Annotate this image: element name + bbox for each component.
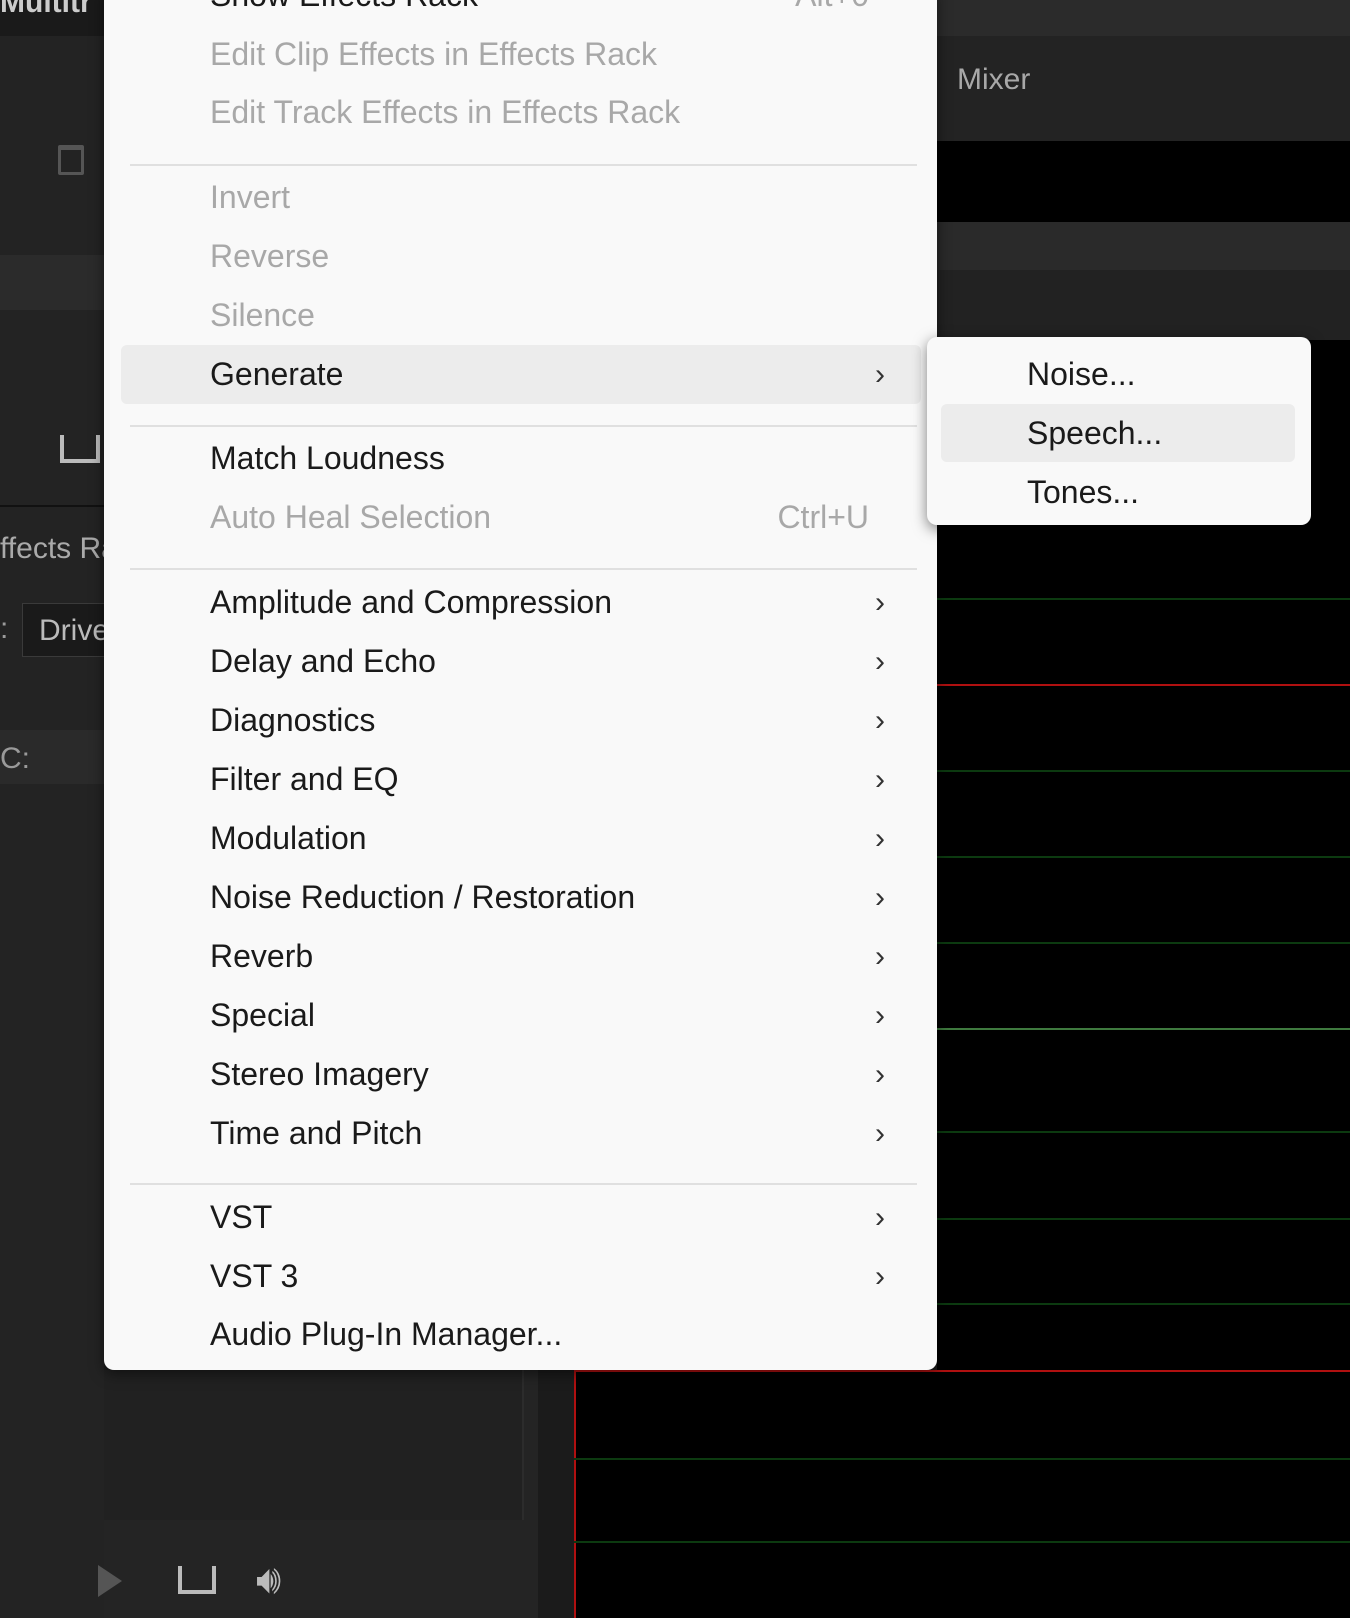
menu-item-match-loudness[interactable]: Match Loudness — [121, 429, 921, 488]
chevron-right-icon: › — [875, 762, 885, 796]
menu-item-stereo-imagery[interactable]: Stereo Imagery › — [121, 1045, 921, 1104]
effects-menu: Show Effects Rack Alt+0 Edit Clip Effects … — [104, 0, 937, 1370]
menu-item-diagnostics[interactable]: Diagnostics › — [121, 691, 921, 750]
generate-submenu: Noise... Speech... Tones... — [927, 337, 1311, 525]
menu-item-generate[interactable]: Generate › — [121, 344, 921, 404]
menu-item-time-and-pitch[interactable]: Time and Pitch › — [121, 1104, 921, 1163]
menu-item-vst[interactable]: VST › — [121, 1188, 921, 1247]
chevron-right-icon: › — [875, 1200, 885, 1234]
menu-item-modulation[interactable]: Modulation › — [121, 809, 921, 868]
menu-item-label: Stereo Imagery — [210, 1055, 429, 1092]
chevron-right-icon: › — [875, 1116, 885, 1150]
menu-separator — [130, 1183, 917, 1185]
shortcut-label: Alt+0 — [795, 0, 869, 25]
chevron-right-icon: › — [875, 703, 885, 737]
chevron-right-icon: › — [875, 1259, 885, 1293]
mixer-tab[interactable]: Mixer — [957, 63, 1030, 97]
menu-item-auto-heal-selection[interactable]: Auto Heal Selection Ctrl+U — [121, 488, 921, 547]
chevron-right-icon: › — [875, 357, 885, 391]
speaker-icon[interactable]: 🔊︎ — [256, 1560, 281, 1600]
menu-item-label: Show Effects Rack — [210, 0, 478, 25]
menu-item-label: VST 3 — [210, 1257, 299, 1294]
menu-item-filter-and-eq[interactable]: Filter and EQ › — [121, 750, 921, 809]
menu-item-label: VST — [210, 1198, 273, 1235]
menu-item-label: Auto Heal Selection — [210, 498, 492, 535]
chevron-right-icon: › — [875, 1057, 885, 1091]
submenu-item-label: Noise... — [1027, 356, 1136, 392]
rack-empty-area — [104, 1370, 524, 1520]
submenu-item-speech[interactable]: Speech... — [941, 404, 1295, 462]
menu-item-label: Silence — [210, 296, 315, 333]
menu-item-label: Filter and EQ — [210, 760, 399, 797]
submenu-item-label: Speech... — [1027, 415, 1163, 451]
menu-item-delay-and-echo[interactable]: Delay and Echo › — [121, 632, 921, 691]
menu-item-label: Modulation — [210, 819, 367, 856]
submenu-item-noise[interactable]: Noise... — [941, 345, 1295, 403]
menu-item-edit-track-effects-in-effects-rack[interactable]: Edit Track Effects in Effects Rack — [121, 83, 921, 142]
menu-item-label: Reverse — [210, 237, 330, 274]
chevron-right-icon: › — [875, 644, 885, 678]
preset-value: Drive — [39, 614, 110, 647]
play-icon[interactable] — [98, 1565, 122, 1597]
shortcut-label: Ctrl+U — [777, 498, 869, 535]
menu-item-label: Generate — [210, 355, 344, 392]
preset-label: : — [0, 612, 9, 645]
chevron-right-icon: › — [875, 998, 885, 1032]
chevron-right-icon: › — [875, 585, 885, 619]
menu-separator — [130, 425, 917, 427]
menu-item-label: Audio Plug-In Manager... — [210, 1315, 563, 1352]
menu-item-label: Special — [210, 996, 315, 1033]
effects-rack-title: ffects Ra — [0, 532, 118, 565]
chevron-right-icon: › — [875, 821, 885, 855]
menu-item-amplitude-and-compression[interactable]: Amplitude and Compression › — [121, 573, 921, 632]
menu-item-reverse[interactable]: Reverse — [121, 227, 921, 286]
menu-item-label: Noise Reduction / Restoration — [210, 878, 636, 915]
field-label: C: — [0, 742, 30, 775]
menu-item-silence[interactable]: Silence — [121, 286, 921, 345]
menu-item-audio-plug-in-manager[interactable]: Audio Plug-In Manager... — [121, 1305, 921, 1364]
menu-item-label: Edit Track Effects in Effects Rack — [210, 93, 681, 130]
menu-item-label: Match Loudness — [210, 439, 445, 476]
menu-item-edit-clip-effects-in-effects-rack[interactable]: Edit Clip Effects in Effects Rack — [121, 25, 921, 84]
menu-item-label: Amplitude and Compression — [210, 583, 612, 620]
menu-item-reverb[interactable]: Reverb › — [121, 927, 921, 986]
export-icon[interactable] — [60, 435, 100, 463]
chevron-right-icon: › — [875, 880, 885, 914]
preset-dropdown[interactable]: Drive — [22, 603, 112, 657]
menu-item-special[interactable]: Special › — [121, 986, 921, 1045]
menu-separator — [130, 568, 917, 570]
left-panel: Multitr ffects Ra : Drive C: — [0, 0, 118, 1618]
menu-item-label: Time and Pitch — [210, 1114, 423, 1151]
menu-item-invert[interactable]: Invert — [121, 168, 921, 227]
playhead-line — [937, 684, 1350, 686]
chevron-right-icon: › — [875, 939, 885, 973]
waveform-area-lower[interactable] — [574, 1370, 937, 1618]
menu-item-label: Reverb — [210, 937, 314, 974]
menu-item-label: Edit Clip Effects in Effects Rack — [210, 35, 657, 72]
panel-tab-title[interactable]: Multitr — [0, 0, 92, 20]
menu-item-noise-reduction-restoration[interactable]: Noise Reduction / Restoration › — [121, 868, 921, 927]
export-icon-bottom[interactable] — [178, 1566, 216, 1594]
menu-item-label: Invert — [210, 178, 291, 215]
menu-separator — [130, 164, 917, 166]
menu-item-label: Delay and Echo — [210, 642, 436, 679]
submenu-item-label: Tones... — [1027, 474, 1140, 510]
menu-item-label: Diagnostics — [210, 701, 376, 738]
menu-item-vst-3[interactable]: VST 3 › — [121, 1247, 921, 1306]
trash-icon[interactable] — [58, 145, 84, 175]
menu-item-show-effects-rack[interactable]: Show Effects Rack Alt+0 — [121, 0, 921, 25]
submenu-item-tones[interactable]: Tones... — [941, 463, 1295, 521]
right-panel: Mixer — [937, 0, 1350, 1618]
